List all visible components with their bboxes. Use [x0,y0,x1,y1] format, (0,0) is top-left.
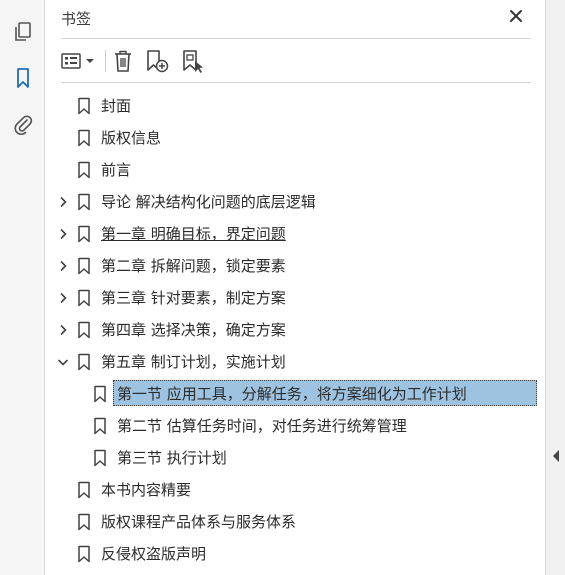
bookmark-item[interactable]: 第四章 选择决策，确定方案 [45,314,545,346]
bookmark-label: 反侵权盗版声明 [101,545,207,563]
bookmarks-panel: 书签 封面 版权信息 前言 导论 解决结构化问题的底层逻辑 第一章 明确目标，界… [45,0,545,575]
bookmark-item[interactable]: 封面 [45,90,545,122]
bookmark-item[interactable]: 版权课程产品体系与服务体系 [45,506,545,538]
document-pane-edge [545,0,565,575]
bookmark-icon [94,417,106,435]
bookmark-icon [78,321,90,339]
close-icon[interactable] [505,5,527,27]
bookmark-label: 第三节 执行计划 [117,449,227,467]
bookmark-item[interactable]: 第一章 明确目标，界定问题 [45,218,545,250]
toolbar-separator [105,50,106,72]
options-menu-button[interactable] [59,46,99,76]
bookmark-label: 第五章 制订计划，实施计划 [101,353,286,371]
divider [61,38,531,39]
bookmark-label: 第二节 估算任务时间，对任务进行统筹管理 [117,417,407,435]
navigation-sidebar [0,0,45,575]
bookmark-label: 封面 [101,97,132,115]
bookmark-icon [78,481,90,499]
bookmark-tree: 封面版权信息前言导论 解决结构化问题的底层逻辑 第一章 明确目标，界定问题 第二章 … [45,90,545,570]
bookmark-icon [78,289,90,307]
bookmark-label: 导论 解决结构化问题的底层逻辑 [101,193,316,211]
bookmark-icon [78,513,90,531]
bookmark-from-structure-icon[interactable] [179,46,207,76]
bookmark-icon [78,161,90,179]
bookmark-item[interactable]: 本书内容精要 [45,474,545,506]
panel-title: 书签 [61,10,92,28]
chevron-right-icon[interactable] [56,194,70,210]
bookmark-label: 第四章 选择决策，确定方案 [101,321,286,339]
bookmark-label: 第一章 明确目标，界定问题 [101,225,286,243]
bookmark-label: 第一节 应用工具，分解任务，将方案细化为工作计划 [117,385,467,403]
divider [61,82,531,83]
bookmark-item[interactable]: 前言 [45,154,545,186]
delete-bookmark-icon[interactable] [111,46,135,76]
chevron-right-icon[interactable] [56,322,70,338]
bookmark-icon [78,97,90,115]
chevron-right-icon[interactable] [56,290,70,306]
bookmark-item[interactable]: 第二章 拆解问题，锁定要素 [45,250,545,282]
bookmark-label: 版权课程产品体系与服务体系 [101,513,297,531]
bookmark-item[interactable]: 第一节 应用工具，分解任务，将方案细化为工作计划 [45,378,545,410]
new-bookmark-icon[interactable] [144,46,170,76]
bookmark-icon [94,449,106,467]
chevron-down-icon[interactable] [56,354,70,370]
bookmark-item[interactable]: 第五章 制订计划，实施计划 [45,346,545,378]
bookmark-item[interactable]: 反侵权盗版声明 [45,538,545,570]
chevron-right-icon[interactable] [56,226,70,242]
attachment-icon[interactable] [11,112,35,136]
bookmark-label: 前言 [101,161,132,179]
bookmark-item[interactable]: 导论 解决结构化问题的底层逻辑 [45,186,545,218]
chevron-right-icon[interactable] [56,258,70,274]
bookmark-icon [78,545,90,563]
bookmark-icon[interactable] [11,66,35,90]
bookmark-item[interactable]: 版权信息 [45,122,545,154]
bookmark-icon [78,353,90,371]
bookmark-icon [94,385,106,403]
bookmark-label: 第三章 针对要素，制定方案 [101,289,286,307]
bookmark-icon [78,129,90,147]
bookmark-item[interactable]: 第三节 执行计划 [45,442,545,474]
bookmark-label: 本书内容精要 [101,481,192,499]
pages-icon[interactable] [11,20,35,44]
bookmark-icon [78,225,90,243]
bookmark-item[interactable]: 第三章 针对要素，制定方案 [45,282,545,314]
bookmark-icon [78,257,90,275]
bookmark-label: 第二章 拆解问题，锁定要素 [101,257,286,275]
collapse-pane-icon[interactable] [551,449,561,463]
bookmark-label: 版权信息 [101,129,162,147]
bookmark-item[interactable]: 第二节 估算任务时间，对任务进行统筹管理 [45,410,545,442]
bookmark-icon [78,193,90,211]
